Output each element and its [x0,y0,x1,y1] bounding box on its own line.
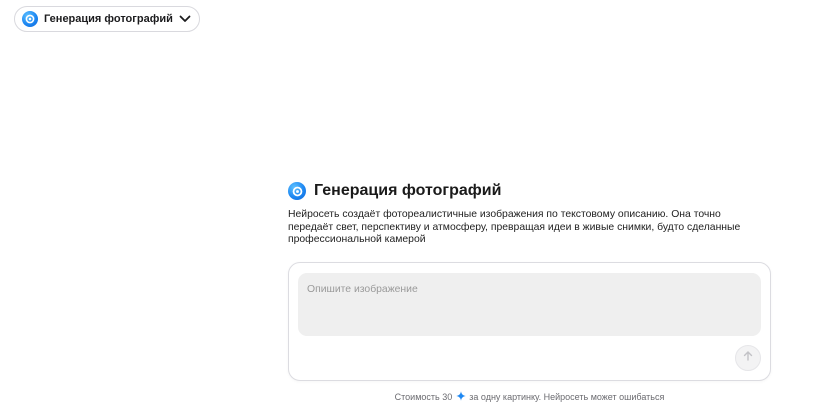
chevron-down-icon [179,15,191,23]
intro-header: Генерация фотографий [288,181,771,201]
intro-description: Нейросеть создаёт фотореалистичные изобр… [288,209,771,247]
description-line: Нейросеть создаёт фотореалистичные изобр… [288,209,721,220]
sparkle-icon [456,391,466,403]
footer-cost-text: Стоимость 30 [394,392,453,402]
description-line: профессиональной камерой [288,234,426,246]
arrow-up-icon [742,349,754,367]
camera-logo-icon [288,182,306,200]
model-selector-label: Генерация фотографий [44,13,173,25]
intro-section: Генерация фотографий Нейросеть создаёт ф… [288,181,771,247]
camera-logo-icon [22,11,38,27]
page: Генерация фотографий Генерация фотографи… [0,0,832,414]
prompt-input[interactable] [298,273,761,336]
page-title: Генерация фотографий [314,182,502,199]
prompt-card [288,262,771,381]
model-selector-button[interactable]: Генерация фотографий [14,6,200,32]
send-button[interactable] [735,345,761,371]
footer-disclaimer-text: за одну картинку. Нейросеть может ошибат… [469,392,665,402]
footer-note: Стоимость 30 за одну картинку. Нейросеть… [288,391,771,403]
description-line: передаёт свет, перспективу и атмосферу, … [288,221,741,233]
